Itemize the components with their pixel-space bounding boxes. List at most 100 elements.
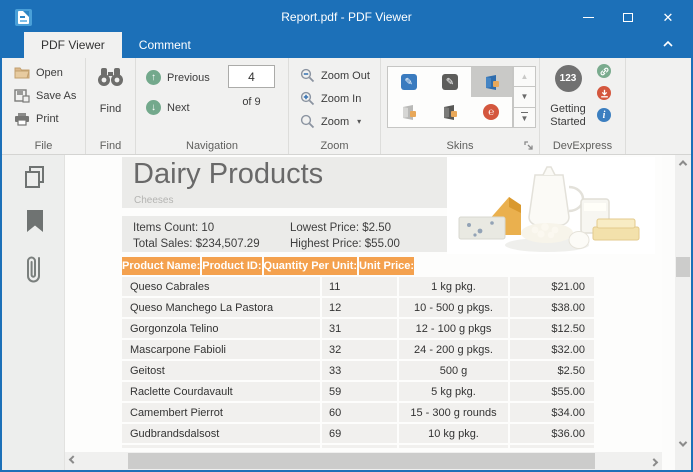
zoom-menu-button[interactable]: Zoom ▾ <box>300 114 361 129</box>
thumbnails-button[interactable] <box>22 164 48 192</box>
gallery-scroll-strip: ▲ ▼ ▼ <box>513 66 536 128</box>
table-row: Queso Manchego La Pastora 12 10 - 500 g … <box>122 298 594 317</box>
tab-pdf-viewer[interactable]: PDF Viewer <box>24 32 122 58</box>
quantity-cell: 12 - 100 g pkgs <box>399 319 508 338</box>
gallery-scroll-down-button[interactable]: ▼ <box>513 87 536 108</box>
scroll-up-button[interactable] <box>675 155 691 171</box>
ribbon-group-find: Find Find <box>86 58 136 154</box>
navigation-group-label: Navigation <box>186 140 238 152</box>
skin-item-bezier-blue[interactable]: ✎ <box>388 67 429 97</box>
table-body: Queso Cabrales 11 1 kg pkg. $21.00 Queso… <box>122 277 594 443</box>
scroll-right-button[interactable] <box>646 453 662 469</box>
skin-item-office-dark[interactable] <box>429 97 470 127</box>
ribbon: Open Save As Print File Find Find ↑ Prev… <box>2 58 691 155</box>
close-button[interactable]: ✕ <box>661 10 675 24</box>
devexpress-group-label: DevExpress <box>552 140 613 152</box>
download-button[interactable] <box>597 86 611 100</box>
ribbon-group-zoom: Zoom Out Zoom In Zoom ▾ Zoom <box>289 58 381 154</box>
getting-started-button[interactable]: 123 Getting Started <box>540 65 596 129</box>
skin-item-pumpkin-red[interactable]: ℮ <box>471 97 512 127</box>
link-button[interactable] <box>597 64 611 78</box>
product-id-cell: 60 <box>322 403 397 422</box>
bezier-blue-skin-icon: ✎ <box>400 74 417 90</box>
table-row: Raclette Courdavault 59 5 kg pkg. $55.00 <box>122 382 594 401</box>
open-folder-icon <box>14 67 30 79</box>
report-stats-block: Items Count: 10 Total Sales: $234,507.29… <box>122 216 447 252</box>
office-dark-skin-icon <box>444 104 458 120</box>
table-row: Camembert Pierrot 60 15 - 300 g rounds $… <box>122 403 594 422</box>
page-number-input[interactable] <box>228 65 275 88</box>
vertical-scroll-thumb[interactable] <box>676 257 690 277</box>
minimize-button[interactable] <box>581 10 595 24</box>
product-name-cell: Raclette Courdavault <box>122 382 320 401</box>
next-icon: ↓ <box>146 100 161 115</box>
unit-price-cell: $34.00 <box>510 403 594 422</box>
info-button[interactable]: i <box>597 108 611 122</box>
find-label: Find <box>99 103 122 115</box>
items-count: Items Count: 10 <box>133 222 215 234</box>
table-header-cell: Product ID: <box>202 257 262 275</box>
quantity-cell: 500 g <box>399 361 508 380</box>
skin-item-bezier-dark[interactable]: ✎ <box>429 67 470 97</box>
bezier-dark-skin-icon: ✎ <box>441 74 458 90</box>
product-id-cell: 32 <box>322 340 397 359</box>
skins-gallery: ✎ ✎ ℮ <box>387 66 513 128</box>
bookmarks-button[interactable] <box>22 208 48 236</box>
table-row: Gorgonzola Telino 31 12 - 100 g pkgs $12… <box>122 319 594 338</box>
save-as-button[interactable]: Save As <box>14 89 76 103</box>
zoom-in-icon <box>300 91 315 106</box>
unit-price-cell: $55.00 <box>510 382 594 401</box>
unit-price-cell: $21.00 <box>510 277 594 296</box>
zoom-icon <box>300 114 315 129</box>
previous-button[interactable]: ↑ Previous <box>146 70 210 85</box>
quantity-cell: 10 kg pkg. <box>399 424 508 443</box>
table-row: Mascarpone Fabioli 32 24 - 200 g pkgs. $… <box>122 340 594 359</box>
product-id-cell: 31 <box>322 319 397 338</box>
tab-comment[interactable]: Comment <box>122 32 208 58</box>
product-id-cell: 11 <box>322 277 397 296</box>
print-button[interactable]: Print <box>14 112 59 126</box>
save-as-label: Save As <box>36 90 77 102</box>
main-area: Dairy Products Cheeses Items Count: 10 T… <box>2 155 691 470</box>
gallery-scroll-up-button[interactable]: ▲ <box>513 66 536 88</box>
open-button[interactable]: Open <box>14 66 63 79</box>
skin-item-office-blue-selected[interactable] <box>470 67 512 97</box>
horizontal-scrollbar[interactable] <box>65 452 662 470</box>
file-group-label: File <box>34 140 53 152</box>
previous-label: Previous <box>167 71 210 84</box>
horizontal-scroll-thumb[interactable] <box>128 453 595 469</box>
maximize-button[interactable] <box>621 10 635 24</box>
page-total-label: of 9 <box>242 96 261 108</box>
product-id-cell: 69 <box>322 424 397 443</box>
product-name-cell: Gudbrandsdalsost <box>122 424 320 443</box>
unit-price-cell: $38.00 <box>510 298 594 317</box>
next-label: Next <box>167 101 190 114</box>
attachments-button[interactable] <box>22 251 48 287</box>
total-sales: Total Sales: $234,507.29 <box>133 238 260 250</box>
gallery-dropdown-button[interactable]: ▼ <box>513 107 536 128</box>
open-label: Open <box>36 66 63 79</box>
scroll-left-button[interactable] <box>65 453 81 469</box>
table-header-cell: Product Name: <box>122 257 201 275</box>
find-button[interactable]: Find <box>86 66 135 115</box>
zoom-out-icon <box>300 68 315 83</box>
next-button[interactable]: ↓ Next <box>146 100 190 115</box>
report-header-block: Dairy Products Cheeses <box>122 157 447 208</box>
minimize-icon <box>582 16 594 18</box>
unit-price-cell: $32.00 <box>510 340 594 359</box>
vertical-scrollbar[interactable] <box>675 155 691 452</box>
print-icon <box>15 113 29 126</box>
product-name-cell: Mascarpone Fabioli <box>122 340 320 359</box>
table-header-cell: Quantity Per Unit: <box>263 257 358 275</box>
link-icon <box>600 67 608 75</box>
close-icon: ✕ <box>662 9 674 25</box>
scroll-down-button[interactable] <box>675 436 691 452</box>
skins-dialog-launcher[interactable] <box>524 139 535 150</box>
skin-item-office-light[interactable] <box>388 97 429 127</box>
table-header-row: Product Name: Product ID: Quantity Per Uni… <box>122 257 594 275</box>
zoom-out-button[interactable]: Zoom Out <box>300 68 370 83</box>
collapse-ribbon-button[interactable] <box>663 40 673 48</box>
unit-price-cell: $36.00 <box>510 424 594 443</box>
zoom-in-button[interactable]: Zoom In <box>300 91 361 106</box>
zoom-in-label: Zoom In <box>321 92 362 105</box>
